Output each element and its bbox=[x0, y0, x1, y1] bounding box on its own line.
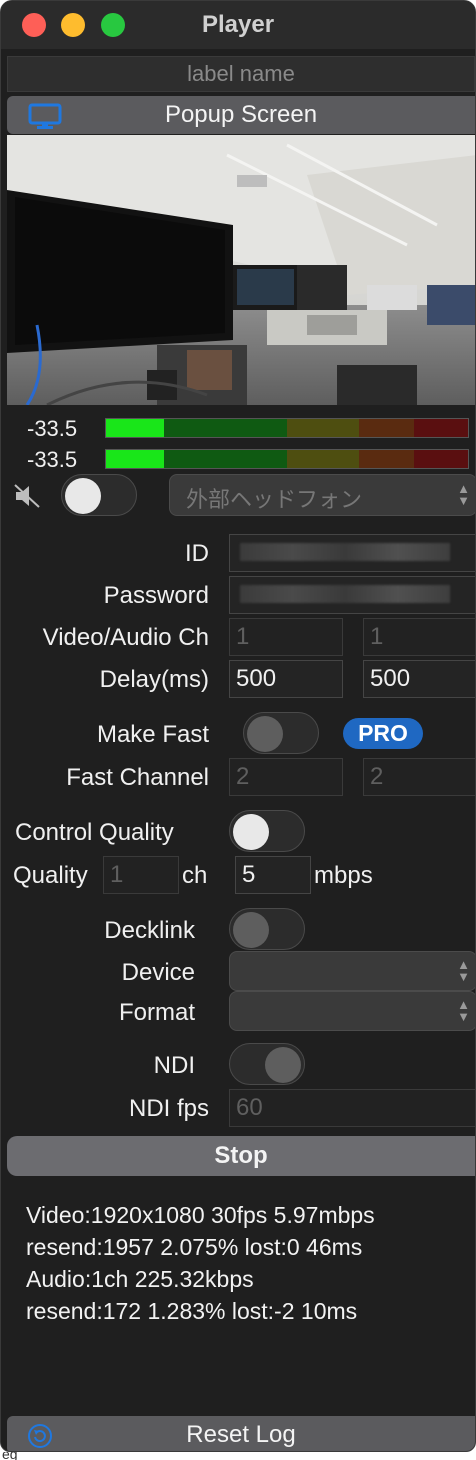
log-line: resend:172 1.283% lost:-2 10ms bbox=[26, 1298, 358, 1324]
ndi-fps-label: NDI fps bbox=[128, 1095, 209, 1122]
id-label: ID bbox=[185, 540, 209, 567]
log-line: Audio:1ch 225.32kbps bbox=[26, 1266, 254, 1292]
stepper-chevron-icon: ▲ ▼ bbox=[457, 481, 470, 508]
format-label: Format bbox=[118, 999, 195, 1026]
ndi-fps-field[interactable]: 60 bbox=[229, 1089, 475, 1127]
audio-delay-field[interactable]: 500 bbox=[363, 660, 475, 698]
video-audio-ch-label: Video/Audio Ch bbox=[42, 624, 209, 651]
mbps-unit-label: mbps bbox=[314, 862, 373, 889]
log-line: Video:1920x1080 30fps 5.97mbps bbox=[26, 1202, 375, 1228]
password-label: Password bbox=[103, 582, 209, 609]
quality-label: Quality bbox=[13, 862, 88, 889]
reset-log-button[interactable]: Reset Log bbox=[7, 1416, 475, 1451]
delay-label: Delay(ms) bbox=[99, 666, 209, 693]
background-text-fragment: eg bbox=[2, 1452, 18, 1460]
ndi-toggle[interactable] bbox=[229, 1043, 305, 1085]
redacted-id bbox=[240, 543, 450, 561]
monitor-icon bbox=[28, 103, 62, 129]
log-line: resend:1957 2.075% lost:0 46ms bbox=[26, 1234, 363, 1260]
audio-ch-field[interactable]: 1 bbox=[363, 618, 475, 656]
popup-screen-button[interactable]: Popup Screen bbox=[7, 96, 475, 134]
make-fast-label: Make Fast bbox=[96, 721, 209, 748]
reset-icon bbox=[28, 1424, 52, 1448]
stepper-chevron-icon: ▲ ▼ bbox=[457, 997, 470, 1024]
player-window: Player label name Popup Screen -33.5 -33… bbox=[0, 0, 476, 1452]
window-title: Player bbox=[201, 11, 275, 38]
decklink-toggle[interactable] bbox=[229, 908, 305, 950]
decklink-label: Decklink bbox=[104, 917, 195, 944]
control-quality-label: Control Quality bbox=[15, 819, 174, 846]
meter-1-value: -33.5 bbox=[27, 416, 78, 441]
fast-audio-channel-field[interactable]: 2 bbox=[363, 758, 475, 796]
speaker-muted-icon[interactable] bbox=[13, 483, 41, 509]
format-select[interactable]: ▲ ▼ bbox=[229, 991, 475, 1031]
id-field[interactable] bbox=[229, 534, 475, 572]
popup-screen-label: Popup Screen bbox=[164, 101, 318, 128]
video-preview bbox=[7, 135, 475, 405]
stats-log: Video:1920x1080 30fps 5.97mbps resend:19… bbox=[26, 1199, 375, 1327]
device-select[interactable]: ▲ ▼ bbox=[229, 951, 475, 991]
reset-log-label: Reset Log bbox=[186, 1421, 296, 1448]
device-label: Device bbox=[121, 959, 195, 986]
pro-badge: PRO bbox=[343, 718, 423, 749]
ndi-label: NDI bbox=[153, 1052, 195, 1079]
video-ch-field[interactable]: 1 bbox=[229, 618, 343, 656]
meter-2-value: -33.5 bbox=[27, 447, 78, 472]
quality-ch-field[interactable]: 1 bbox=[103, 856, 179, 894]
fast-channel-label: Fast Channel bbox=[66, 764, 209, 791]
control-quality-toggle[interactable] bbox=[229, 810, 305, 852]
quality-mbps-field[interactable]: 5 bbox=[235, 856, 311, 894]
make-fast-toggle[interactable] bbox=[243, 712, 319, 754]
level-meter-1 bbox=[105, 418, 469, 438]
output-device-select[interactable]: 外部ヘッドフォン ▲ ▼ bbox=[169, 474, 475, 516]
title-bar: Player bbox=[1, 1, 475, 49]
monitor-toggle[interactable] bbox=[61, 474, 137, 516]
fast-video-channel-field[interactable]: 2 bbox=[229, 758, 343, 796]
stepper-chevron-icon: ▲ ▼ bbox=[457, 957, 470, 984]
label-name-field[interactable]: label name bbox=[7, 56, 475, 92]
password-field[interactable] bbox=[229, 576, 475, 614]
redacted-password bbox=[240, 585, 450, 603]
video-delay-field[interactable]: 500 bbox=[229, 660, 343, 698]
level-meter-2 bbox=[105, 449, 469, 469]
stop-button[interactable]: Stop bbox=[7, 1136, 475, 1176]
ch-unit-label: ch bbox=[182, 862, 208, 889]
output-device-value: 外部ヘッドフォン bbox=[186, 487, 363, 512]
